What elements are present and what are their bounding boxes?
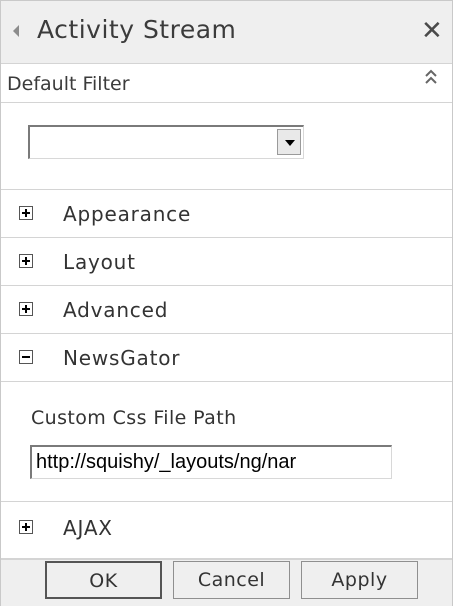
section-advanced[interactable]: Advanced xyxy=(1,286,452,334)
section-label: NewsGator xyxy=(63,346,181,370)
double-chevron-up-icon[interactable] xyxy=(423,64,439,94)
newsgator-body xyxy=(1,383,452,502)
ok-button[interactable]: OK xyxy=(45,561,162,599)
default-filter-label: Default Filter xyxy=(7,73,130,95)
section-appearance[interactable]: Appearance xyxy=(1,190,452,238)
section-newsgator[interactable]: NewsGator xyxy=(1,334,452,382)
close-icon[interactable]: ✕ xyxy=(421,16,443,46)
custom-css-input[interactable] xyxy=(30,445,392,479)
section-label: Layout xyxy=(63,250,136,274)
title-bar: Activity Stream ✕ xyxy=(1,1,452,64)
section-ajax[interactable]: AJAX xyxy=(1,502,452,559)
cancel-button[interactable]: Cancel xyxy=(173,561,290,599)
section-label: AJAX xyxy=(63,516,113,540)
section-label: Appearance xyxy=(63,202,192,226)
expand-icon[interactable] xyxy=(19,206,33,220)
left-arrow-icon[interactable] xyxy=(13,25,19,37)
tool-pane: Activity Stream ✕ Default Filter Appeara… xyxy=(0,0,453,606)
chevron-down-icon[interactable] xyxy=(277,129,301,155)
section-label: Advanced xyxy=(63,298,169,322)
expand-icon[interactable] xyxy=(19,302,33,316)
expand-icon[interactable] xyxy=(19,520,33,534)
expand-icon[interactable] xyxy=(19,254,33,268)
default-filter-select[interactable] xyxy=(28,125,304,159)
section-layout[interactable]: Layout xyxy=(1,238,452,286)
apply-button[interactable]: Apply xyxy=(301,561,418,599)
default-filter-header[interactable]: Default Filter xyxy=(1,64,452,103)
pane-title: Activity Stream xyxy=(37,15,237,44)
collapse-box-icon[interactable] xyxy=(19,350,33,364)
custom-css-label: Custom Css File Path xyxy=(31,407,237,429)
